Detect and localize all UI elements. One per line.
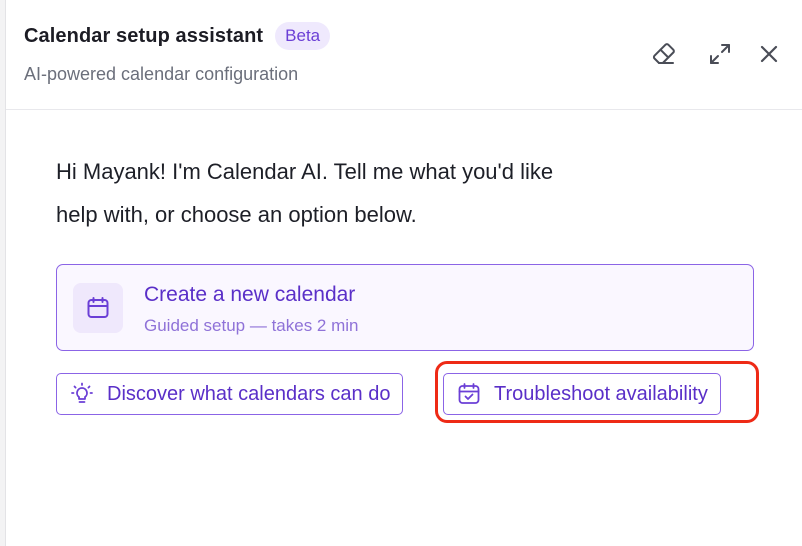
expand-icon	[707, 41, 733, 72]
expand-button[interactable]	[704, 40, 736, 72]
assistant-header: Calendar setup assistant Beta AI-powered…	[6, 0, 802, 110]
calendar-check-icon	[456, 381, 482, 407]
panel-subtitle: AI-powered calendar configuration	[24, 64, 299, 84]
title-row: Calendar setup assistant Beta	[24, 22, 331, 50]
troubleshoot-availability-label: Troubleshoot availability	[494, 382, 708, 405]
discover-calendars-option[interactable]: Discover what calendars can do	[56, 373, 404, 415]
clear-chat-button[interactable]	[648, 40, 680, 72]
lightbulb-icon	[69, 381, 95, 407]
beta-badge: Beta	[275, 22, 331, 50]
greeting-line-2: help with, or choose an option below.	[56, 202, 417, 227]
panel-title: Calendar setup assistant	[24, 24, 264, 47]
discover-calendars-label: Discover what calendars can do	[107, 382, 391, 405]
close-button[interactable]	[753, 40, 785, 72]
troubleshoot-availability-option[interactable]: Troubleshoot availability	[443, 373, 721, 415]
create-calendar-title: Create a new calendar	[144, 283, 356, 306]
assistant-greeting: Hi Mayank! I'm Calendar AI. Tell me what…	[56, 150, 716, 236]
assistant-panel: Calendar setup assistant Beta AI-powered…	[5, 0, 802, 546]
create-calendar-subtitle: Guided setup — takes 2 min	[144, 316, 359, 335]
eraser-icon	[650, 40, 678, 73]
close-icon	[757, 42, 781, 71]
calendar-icon	[73, 283, 123, 333]
greeting-line-1: Hi Mayank! I'm Calendar AI. Tell me what…	[56, 159, 554, 184]
create-calendar-option[interactable]: Create a new calendar Guided setup — tak…	[56, 264, 754, 351]
